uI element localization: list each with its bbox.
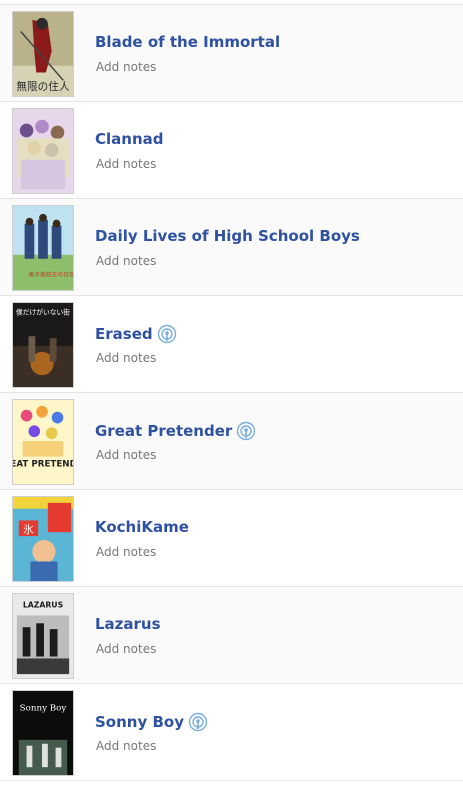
title-line: Daily Lives of High School Boys xyxy=(95,227,360,245)
add-notes-link[interactable]: Add notes xyxy=(96,739,156,753)
title-line: KochiKame xyxy=(95,518,189,536)
title-line: Great Pretender xyxy=(95,421,256,441)
add-notes-link[interactable]: Add notes xyxy=(96,157,156,171)
title-link[interactable]: Sonny Boy xyxy=(95,713,184,731)
title-line: Lazarus xyxy=(95,615,161,633)
add-notes-link[interactable]: Add notes xyxy=(96,60,156,74)
list-item: GREAT PRETENDER Great Pretender Add note… xyxy=(0,393,463,490)
cover-image-erased[interactable]: 僕だけがいない街 xyxy=(12,302,74,388)
list-item: 無限の住人 Blade of the Immortal Add notes xyxy=(0,5,463,102)
svg-text:氷: 氷 xyxy=(23,523,34,536)
list-item: Clannad Add notes xyxy=(0,102,463,199)
add-notes-link[interactable]: Add notes xyxy=(96,545,156,559)
cover-image-lazarus[interactable]: LAZARUS xyxy=(12,593,74,679)
list-item: LAZARUS Lazarus Add notes xyxy=(0,587,463,684)
cover-image-sonny-boy[interactable]: Sonny Boy xyxy=(12,690,74,776)
svg-text:GREAT PRETENDER: GREAT PRETENDER xyxy=(13,459,73,469)
cover-image-great-pretender[interactable]: GREAT PRETENDER xyxy=(12,399,74,485)
title-line: Sonny Boy xyxy=(95,712,208,732)
svg-text:僕だけがいない街: 僕だけがいない街 xyxy=(16,308,70,317)
title-line: Blade of the Immortal xyxy=(95,33,280,51)
broadcast-icon[interactable] xyxy=(188,712,208,732)
list-item: 僕だけがいない街 Erased Add notes xyxy=(0,296,463,393)
anime-list: 無限の住人 Blade of the Immortal Add notes Cl… xyxy=(0,4,463,781)
title-link[interactable]: KochiKame xyxy=(95,518,189,536)
svg-text:無限の住人: 無限の住人 xyxy=(16,80,70,93)
add-notes-link[interactable]: Add notes xyxy=(96,351,156,365)
cover-image-kochikame[interactable]: 氷 xyxy=(12,496,74,582)
cover-image-daily-lives-of-high-school-boys[interactable]: 男子高校生の日常 xyxy=(12,205,74,291)
title-link[interactable]: Daily Lives of High School Boys xyxy=(95,227,360,245)
svg-text:LAZARUS: LAZARUS xyxy=(23,601,64,610)
list-item: 男子高校生の日常 Daily Lives of High School Boys… xyxy=(0,199,463,296)
cover-image-clannad[interactable] xyxy=(12,108,74,194)
cover-image-blade-of-the-immortal[interactable]: 無限の住人 xyxy=(12,11,74,97)
svg-text:男子高校生の日常: 男子高校生の日常 xyxy=(28,270,73,278)
add-notes-link[interactable]: Add notes xyxy=(96,254,156,268)
svg-text:Sonny Boy: Sonny Boy xyxy=(20,704,67,714)
broadcast-icon[interactable] xyxy=(236,421,256,441)
title-line: Clannad xyxy=(95,130,164,148)
add-notes-link[interactable]: Add notes xyxy=(96,448,156,462)
title-link[interactable]: Erased xyxy=(95,325,153,343)
broadcast-icon[interactable] xyxy=(157,324,177,344)
title-link[interactable]: Blade of the Immortal xyxy=(95,33,280,51)
title-link[interactable]: Great Pretender xyxy=(95,422,232,440)
list-item: 氷 KochiKame Add notes xyxy=(0,490,463,587)
title-line: Erased xyxy=(95,324,177,344)
list-item: Sonny Boy Sonny Boy Add notes xyxy=(0,684,463,781)
add-notes-link[interactable]: Add notes xyxy=(96,642,156,656)
title-link[interactable]: Lazarus xyxy=(95,615,161,633)
title-link[interactable]: Clannad xyxy=(95,130,164,148)
